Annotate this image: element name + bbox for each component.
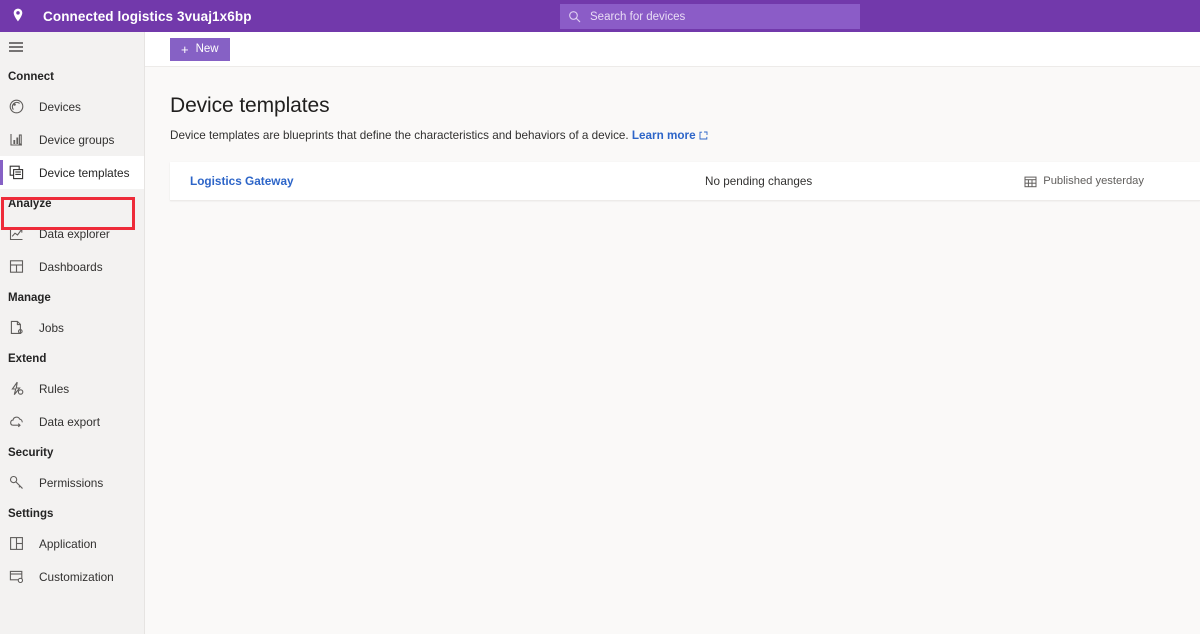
jobs-document-icon	[8, 319, 25, 336]
rules-lightning-icon	[8, 380, 25, 397]
search-placeholder: Search for devices	[590, 11, 685, 23]
nav-group-analyze-label: Analyze	[0, 189, 144, 217]
device-groups-icon	[8, 131, 25, 148]
sidebar-item-data-export[interactable]: Data export	[0, 405, 144, 438]
calendar-icon	[1024, 175, 1037, 188]
nav-group-extend-label: Extend	[0, 344, 144, 372]
sidebar-item-data-explorer[interactable]: Data explorer	[0, 217, 144, 250]
hamburger-menu-icon[interactable]	[0, 32, 144, 62]
devices-chip-icon	[8, 98, 25, 115]
app-body: Connect Devices	[0, 32, 1200, 634]
page-description: Device templates are blueprints that def…	[170, 129, 1200, 143]
line-chart-icon	[8, 225, 25, 242]
external-link-icon	[699, 130, 708, 143]
sidebar-item-label: Device groups	[39, 133, 114, 147]
sidebar-item-devices[interactable]: Devices	[0, 90, 144, 123]
sidebar-item-label: Dashboards	[39, 260, 103, 274]
sidebar-item-label: Devices	[39, 100, 81, 114]
sidebar-item-label: Data explorer	[39, 227, 110, 241]
key-icon	[8, 474, 25, 491]
sidebar-item-permissions[interactable]: Permissions	[0, 466, 144, 499]
content-area: Device templates Device templates are bl…	[145, 67, 1200, 634]
top-header-bar: Connected logistics 3vuaj1x6bp Search fo…	[0, 0, 1200, 32]
cloud-export-icon	[8, 413, 25, 430]
application-layout-icon	[8, 535, 25, 552]
sidebar-item-dashboards[interactable]: Dashboards	[0, 250, 144, 283]
sidebar-item-label: Rules	[39, 382, 69, 396]
nav-group-security-label: Security	[0, 438, 144, 466]
app-title: Connected logistics 3vuaj1x6bp	[43, 9, 252, 24]
new-button[interactable]: + New	[170, 38, 230, 61]
sidebar: Connect Devices	[0, 32, 145, 634]
template-name-cell: Logistics Gateway	[190, 172, 705, 190]
sidebar-item-jobs[interactable]: Jobs	[0, 311, 144, 344]
template-status-cell: No pending changes	[705, 175, 1024, 188]
template-published-cell: Published yesterday	[1024, 175, 1200, 188]
page-title: Device templates	[170, 94, 1200, 118]
search-input[interactable]: Search for devices	[560, 4, 860, 29]
table-row[interactable]: Logistics Gateway No pending changes	[170, 162, 1200, 201]
nav-group-connect-label: Connect	[0, 62, 144, 90]
dashboard-grid-icon	[8, 258, 25, 275]
sidebar-item-label: Jobs	[39, 321, 64, 335]
sidebar-item-label: Data export	[39, 415, 100, 429]
search-icon	[568, 10, 581, 23]
header-brand: Connected logistics 3vuaj1x6bp	[0, 7, 252, 25]
sidebar-item-rules[interactable]: Rules	[0, 372, 144, 405]
sidebar-item-customization[interactable]: Customization	[0, 560, 144, 593]
plus-icon: +	[181, 43, 189, 56]
template-name-link[interactable]: Logistics Gateway	[190, 174, 294, 188]
location-pin-icon	[9, 7, 27, 25]
template-published-label: Published yesterday	[1043, 175, 1144, 187]
command-bar: + New	[145, 32, 1200, 67]
new-button-label: New	[196, 43, 219, 55]
sidebar-item-application[interactable]: Application	[0, 527, 144, 560]
sidebar-item-label: Customization	[39, 570, 114, 584]
app-root: Connected logistics 3vuaj1x6bp Search fo…	[0, 0, 1200, 634]
sidebar-item-device-groups[interactable]: Device groups	[0, 123, 144, 156]
sidebar-item-label: Device templates	[39, 166, 129, 180]
device-templates-icon	[8, 164, 25, 181]
page-description-text: Device templates are blueprints that def…	[170, 129, 629, 142]
learn-more-label: Learn more	[632, 129, 696, 142]
main-pane: + New Device templates Device templates …	[145, 32, 1200, 634]
learn-more-link[interactable]: Learn more	[632, 129, 708, 142]
sidebar-item-label: Permissions	[39, 476, 103, 490]
nav-group-settings-label: Settings	[0, 499, 144, 527]
sidebar-item-label: Application	[39, 537, 97, 551]
customization-screen-gear-icon	[8, 568, 25, 585]
nav-group-manage-label: Manage	[0, 283, 144, 311]
device-templates-list: Logistics Gateway No pending changes	[170, 162, 1200, 201]
sidebar-item-device-templates[interactable]: Device templates	[0, 156, 144, 189]
